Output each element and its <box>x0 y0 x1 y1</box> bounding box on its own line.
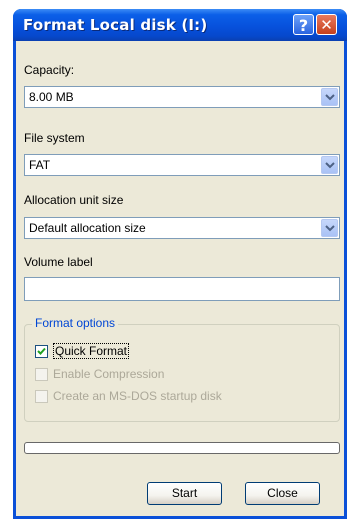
enable-compression-label: Enable Compression <box>53 367 165 381</box>
window-title: Format Local disk (I:) <box>23 16 208 34</box>
msdos-startup-label: Create an MS-DOS startup disk <box>53 389 222 403</box>
file-system-value: FAT <box>29 158 51 172</box>
file-system-label: File system <box>24 131 85 145</box>
close-window-button[interactable]: ✕ <box>316 14 337 35</box>
file-system-select[interactable]: FAT <box>24 154 340 176</box>
quick-format-checkbox[interactable] <box>35 345 48 358</box>
msdos-startup-checkbox[interactable] <box>35 390 48 403</box>
format-options-title: Format options <box>32 316 119 330</box>
format-progress-bar <box>24 442 340 454</box>
allocation-select[interactable]: Default allocation size <box>24 217 340 239</box>
help-icon: ? <box>298 16 309 35</box>
quick-format-label[interactable]: Quick Format <box>53 343 130 359</box>
capacity-select[interactable]: 8.00 MB <box>24 86 340 108</box>
allocation-label: Allocation unit size <box>24 193 124 207</box>
format-dialog: Format Local disk (I:) ? ✕ Capacity: 8.0… <box>13 9 347 519</box>
allocation-value: Default allocation size <box>29 221 146 235</box>
capacity-label: Capacity: <box>24 63 75 77</box>
enable-compression-checkbox[interactable] <box>35 368 48 381</box>
start-button[interactable]: Start <box>147 482 222 505</box>
close-icon: ✕ <box>320 16 333 34</box>
volume-label-input[interactable] <box>24 277 340 301</box>
chevron-down-icon[interactable] <box>321 219 338 237</box>
close-button[interactable]: Close <box>245 482 320 505</box>
title-bar[interactable]: Format Local disk (I:) ? ✕ <box>13 9 347 41</box>
checkmark-icon <box>37 347 46 355</box>
capacity-value: 8.00 MB <box>29 90 74 104</box>
dialog-body: Capacity: 8.00 MB File system FAT Alloca… <box>16 41 344 516</box>
volume-label-label: Volume label <box>24 255 93 269</box>
chevron-down-icon[interactable] <box>321 156 338 174</box>
help-button[interactable]: ? <box>293 14 314 35</box>
chevron-down-icon[interactable] <box>321 88 338 106</box>
